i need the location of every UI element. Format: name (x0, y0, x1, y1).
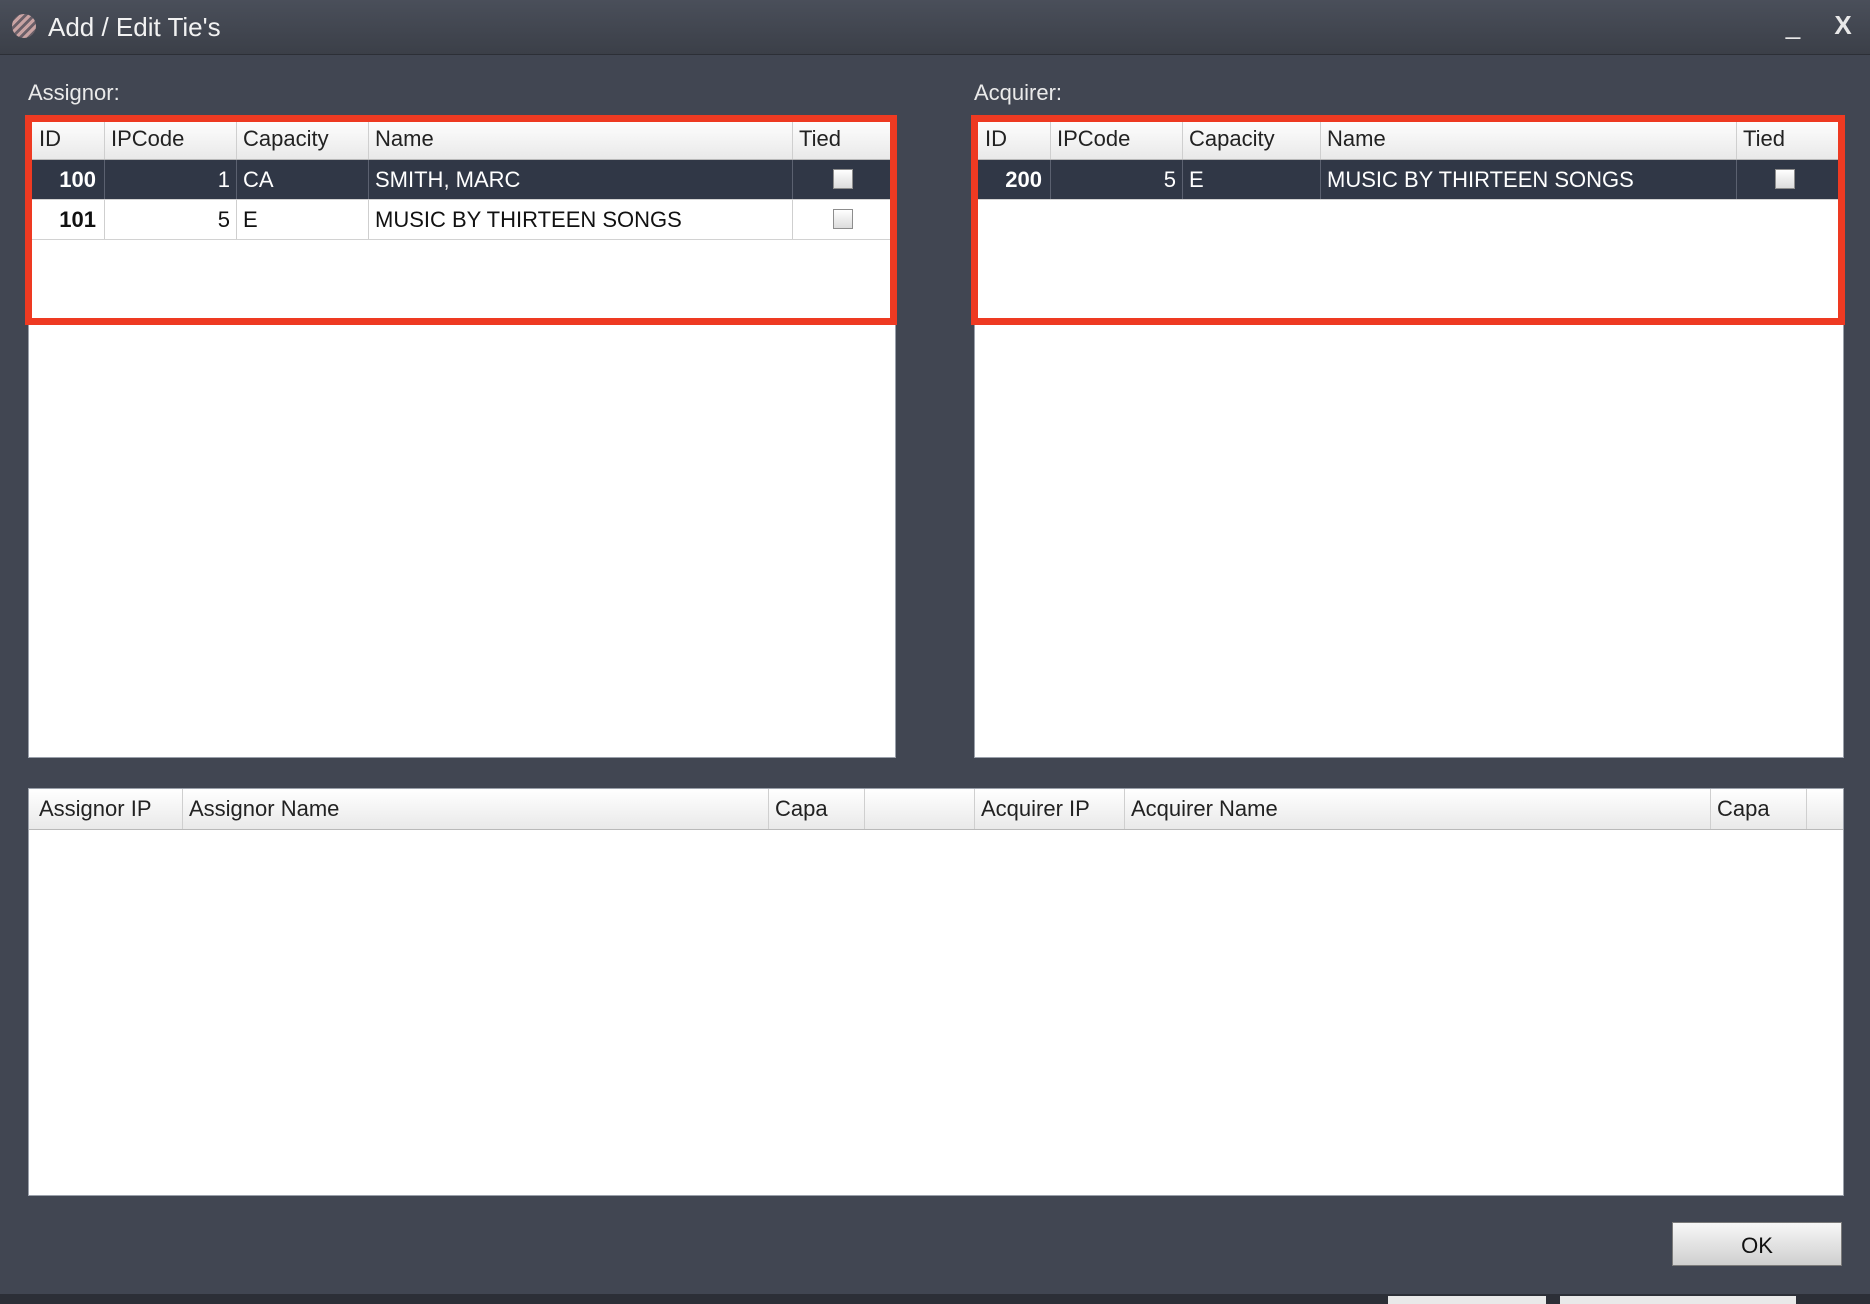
ties-col-blank-2[interactable] (1807, 789, 1841, 829)
row-name: MUSIC BY THIRTEEN SONGS (1321, 160, 1737, 199)
ties-col-assignor-ip[interactable]: Assignor IP (33, 789, 183, 829)
ties-grid[interactable]: Assignor IP Assignor Name Capa Acquirer … (28, 788, 1844, 1196)
ties-col-acquirer-ip[interactable]: Acquirer IP (975, 789, 1125, 829)
acquirer-grid[interactable]: ID IPCode Capacity Name Tied 200 5 E MUS… (974, 118, 1844, 758)
taskbar-tab[interactable] (1388, 1296, 1546, 1304)
app-logo-icon (12, 14, 36, 38)
ties-col-blank-1[interactable] (865, 789, 975, 829)
bottom-taskbar-strip (0, 1294, 1870, 1304)
acquirer-col-ipcode[interactable]: IPCode (1051, 119, 1183, 159)
assignor-col-id[interactable]: ID (33, 119, 105, 159)
ties-col-acquirer-name[interactable]: Acquirer Name (1125, 789, 1711, 829)
acquirer-col-id[interactable]: ID (979, 119, 1051, 159)
row-ipcode: 5 (105, 200, 237, 239)
close-button[interactable]: X (1826, 8, 1860, 42)
row-tied-cell (793, 160, 887, 199)
row-tied-cell (1737, 160, 1833, 199)
row-capacity: CA (237, 160, 369, 199)
row-capacity: E (1183, 160, 1321, 199)
tied-checkbox[interactable] (833, 169, 853, 189)
assignor-col-ipcode[interactable]: IPCode (105, 119, 237, 159)
table-row[interactable]: 200 5 E MUSIC BY THIRTEEN SONGS (975, 160, 1843, 200)
row-tied-cell (793, 200, 887, 239)
row-id: 200 (979, 160, 1051, 199)
assignor-grid-header: ID IPCode Capacity Name Tied (29, 119, 895, 160)
assignor-label: Assignor: (28, 80, 120, 105)
ties-grid-header: Assignor IP Assignor Name Capa Acquirer … (29, 789, 1843, 830)
row-name: MUSIC BY THIRTEEN SONGS (369, 200, 793, 239)
ties-col-assignor-name[interactable]: Assignor Name (183, 789, 769, 829)
assignor-col-name[interactable]: Name (369, 119, 793, 159)
assignor-grid[interactable]: ID IPCode Capacity Name Tied 100 1 CA SM… (28, 118, 896, 758)
acquirer-col-capacity[interactable]: Capacity (1183, 119, 1321, 159)
minimize-button[interactable]: _ (1776, 8, 1810, 42)
acquirer-grid-header: ID IPCode Capacity Name Tied (975, 119, 1843, 160)
ok-button[interactable]: OK (1672, 1222, 1842, 1266)
row-name: SMITH, MARC (369, 160, 793, 199)
ties-col-acquirer-capacity[interactable]: Capa (1711, 789, 1807, 829)
row-ipcode: 5 (1051, 160, 1183, 199)
row-ipcode: 1 (105, 160, 237, 199)
assignor-col-capacity[interactable]: Capacity (237, 119, 369, 159)
window-title: Add / Edit Tie's (48, 12, 221, 42)
table-row[interactable]: 100 1 CA SMITH, MARC (29, 160, 895, 200)
row-id: 101 (33, 200, 105, 239)
tied-checkbox[interactable] (833, 209, 853, 229)
acquirer-label: Acquirer: (974, 80, 1063, 105)
table-row[interactable]: 101 5 E MUSIC BY THIRTEEN SONGS (29, 200, 895, 240)
ties-col-assignor-capacity[interactable]: Capa (769, 789, 865, 829)
title-bar: Add / Edit Tie's _ X (0, 0, 1870, 55)
acquirer-col-tied[interactable]: Tied (1737, 119, 1833, 159)
acquirer-col-name[interactable]: Name (1321, 119, 1737, 159)
row-id: 100 (33, 160, 105, 199)
assignor-col-tied[interactable]: Tied (793, 119, 887, 159)
row-capacity: E (237, 200, 369, 239)
taskbar-tab[interactable] (1560, 1296, 1796, 1304)
tied-checkbox[interactable] (1775, 169, 1795, 189)
